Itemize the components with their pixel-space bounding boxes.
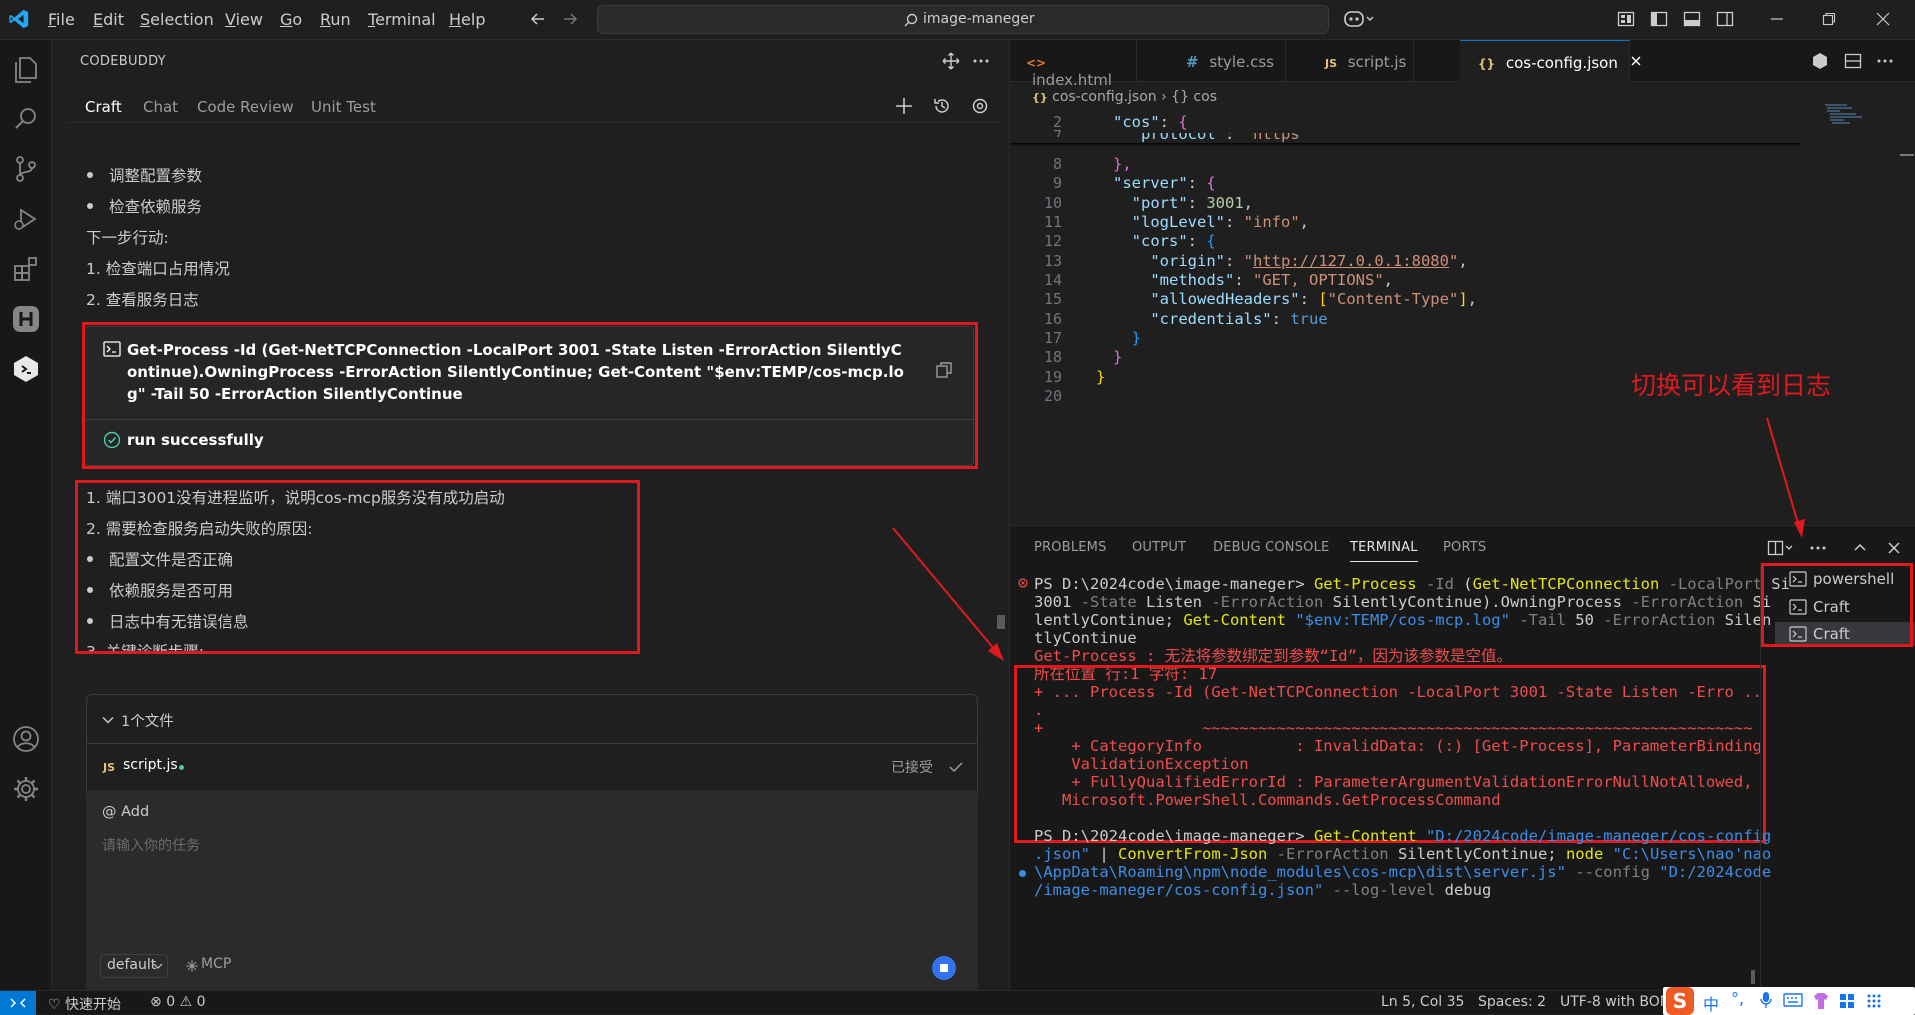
warning-icon: ⚠ (179, 994, 193, 1010)
problems-indicator[interactable]: ⊗ 0 ⚠ 0 (150, 994, 206, 1010)
remote-indicator[interactable] (0, 991, 36, 1015)
toolbox-icon (1839, 993, 1855, 1009)
error-icon: ⊗ (150, 994, 162, 1010)
heart-icon: ♡ (48, 997, 61, 1013)
skin-icon (1811, 992, 1831, 1010)
annotation-arrows (892, 417, 1805, 661)
encoding[interactable]: UTF-8 with BOM (1560, 994, 1672, 1010)
remote-icon (10, 998, 26, 1008)
punctuation-icon: °, (1731, 989, 1745, 1008)
quick-start-button[interactable]: ♡ 快速开始 (48, 994, 121, 1014)
quick-start-label: 快速开始 (65, 997, 122, 1013)
keyboard-icon (1783, 993, 1803, 1007)
warning-count: 0 (196, 994, 206, 1010)
ime-mode: 中 (1703, 995, 1720, 1014)
cursor-position[interactable]: Ln 5, Col 35 (1381, 994, 1464, 1010)
sogou-logo-icon: S (1666, 987, 1694, 1015)
error-count: 0 (166, 994, 176, 1010)
grid-menu-icon (1867, 994, 1881, 1008)
status-bar: ♡ 快速开始 ⊗ 0 ⚠ 0 Ln 5, Col 35 Spaces: 2 UT… (0, 987, 1915, 1015)
microphone-icon (1759, 991, 1773, 1009)
ime-toolbar[interactable]: S 中 °, (1663, 987, 1915, 1015)
indentation[interactable]: Spaces: 2 (1478, 994, 1546, 1010)
